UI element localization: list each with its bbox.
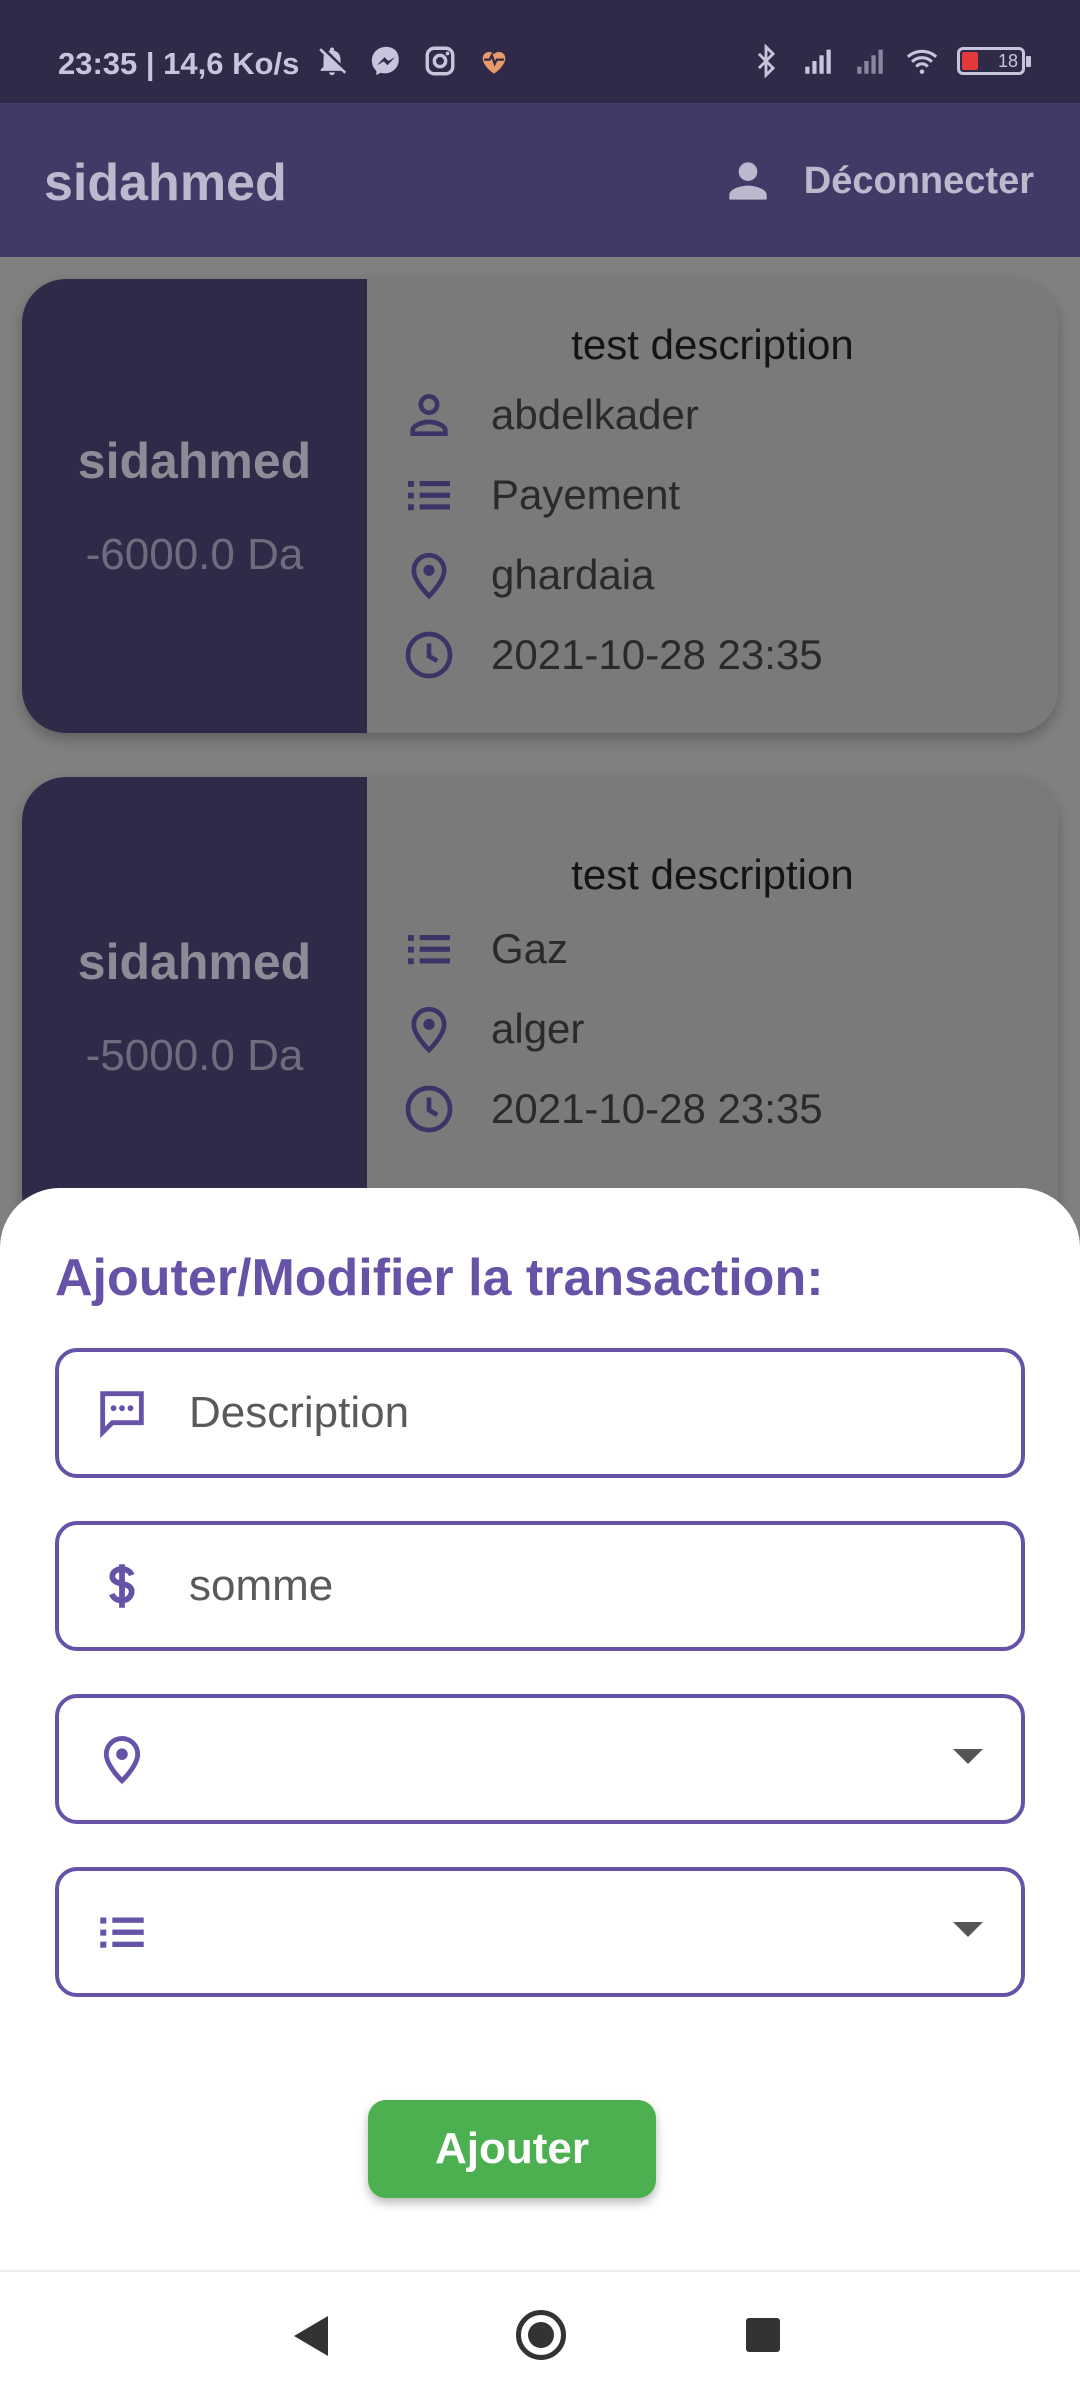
description-field[interactable] bbox=[55, 1348, 1025, 1478]
app-title: sidahmed bbox=[44, 154, 287, 212]
clock-icon bbox=[405, 1085, 453, 1133]
battery-level: 18 bbox=[997, 51, 1018, 71]
card-details: test description Gaz alger 2021-10-28 23… bbox=[367, 777, 1058, 1237]
notification-icons bbox=[315, 44, 511, 78]
signal-weak-icon bbox=[857, 49, 883, 74]
card-person: abdelkader bbox=[491, 391, 699, 438]
transaction-list: sidahmed -6000.0 Da test description abd… bbox=[0, 257, 1080, 1277]
transaction-card[interactable]: sidahmed -5000.0 Da test description Gaz… bbox=[22, 777, 1058, 1237]
card-datetime: 2021-10-28 23:35 bbox=[491, 631, 823, 678]
card-location: ghardaia bbox=[491, 551, 655, 598]
card-summary: sidahmed -6000.0 Da bbox=[22, 279, 367, 733]
card-user-name: sidahmed bbox=[77, 934, 312, 990]
logout-button[interactable]: Déconnecter bbox=[720, 153, 1034, 209]
location-pin-icon bbox=[411, 552, 447, 600]
chevron-down-icon[interactable] bbox=[953, 1749, 983, 1764]
card-datetime-row: 2021-10-28 23:35 bbox=[401, 1081, 823, 1137]
clock-icon bbox=[405, 631, 453, 679]
card-details: test description abdelkader Payement gha… bbox=[367, 279, 1058, 733]
bluetooth-icon bbox=[757, 44, 776, 78]
dollar-icon bbox=[109, 1564, 135, 1608]
system-icons: 18 bbox=[749, 44, 1031, 78]
person-icon bbox=[729, 162, 767, 200]
battery-icon: 18 bbox=[957, 47, 1031, 75]
category-dropdown[interactable] bbox=[55, 1867, 1025, 1997]
list-icon bbox=[100, 1917, 144, 1948]
location-dropdown[interactable] bbox=[55, 1694, 1025, 1824]
chevron-down-icon[interactable] bbox=[953, 1922, 983, 1937]
card-datetime: 2021-10-28 23:35 bbox=[491, 1085, 823, 1132]
list-icon bbox=[408, 935, 450, 965]
location-pin-icon bbox=[411, 1006, 447, 1054]
card-summary: sidahmed -5000.0 Da bbox=[22, 777, 367, 1237]
message-icon bbox=[100, 1391, 144, 1439]
card-location: alger bbox=[491, 1005, 585, 1052]
app-bar: sidahmed Déconnecter bbox=[0, 103, 1080, 257]
status-time-speed: 23:35 | 14,6 Ko/s bbox=[58, 46, 300, 81]
card-category: Gaz bbox=[491, 925, 569, 972]
logout-label: Déconnecter bbox=[803, 159, 1034, 202]
card-user-name: sidahmed bbox=[77, 433, 312, 489]
card-location-row: ghardaia bbox=[401, 547, 654, 603]
card-category: Payement bbox=[491, 471, 681, 518]
transaction-card[interactable]: sidahmed -6000.0 Da test description abd… bbox=[22, 279, 1058, 733]
sheet-title: Ajouter/Modifier la transaction: bbox=[55, 1249, 824, 1307]
description-input[interactable] bbox=[189, 1388, 949, 1438]
card-amount: -5000.0 Da bbox=[85, 1031, 304, 1080]
add-button[interactable]: Ajouter bbox=[368, 2100, 656, 2198]
card-location-row: alger bbox=[401, 1001, 584, 1057]
list-icon bbox=[408, 481, 450, 511]
wifi-icon bbox=[906, 49, 938, 74]
card-datetime-row: 2021-10-28 23:35 bbox=[401, 627, 823, 683]
back-icon[interactable] bbox=[294, 2316, 328, 2356]
card-person-row: abdelkader bbox=[401, 387, 699, 443]
bell-off-icon bbox=[319, 47, 347, 76]
messenger-icon bbox=[371, 46, 399, 76]
person-outline-icon bbox=[410, 393, 448, 436]
instagram-icon bbox=[425, 46, 455, 76]
amount-input[interactable] bbox=[189, 1561, 949, 1611]
recent-apps-icon[interactable] bbox=[746, 2318, 780, 2352]
amount-field[interactable] bbox=[55, 1521, 1025, 1651]
status-bar: 23:35 | 14,6 Ko/s 18 bbox=[0, 0, 1080, 103]
location-pin-icon bbox=[103, 1736, 141, 1785]
health-heart-icon bbox=[482, 51, 506, 74]
card-description: test description bbox=[571, 321, 854, 368]
home-icon[interactable] bbox=[516, 2310, 566, 2360]
signal-icon bbox=[805, 49, 831, 74]
card-amount: -6000.0 Da bbox=[85, 530, 304, 579]
system-nav-bar bbox=[0, 2270, 1080, 2400]
transaction-form-sheet: Ajouter/Modifier la transaction: Ajouter bbox=[0, 1188, 1080, 2270]
card-description: test description bbox=[571, 851, 854, 898]
card-category-row: Gaz bbox=[401, 921, 568, 977]
card-category-row: Payement bbox=[401, 467, 680, 523]
